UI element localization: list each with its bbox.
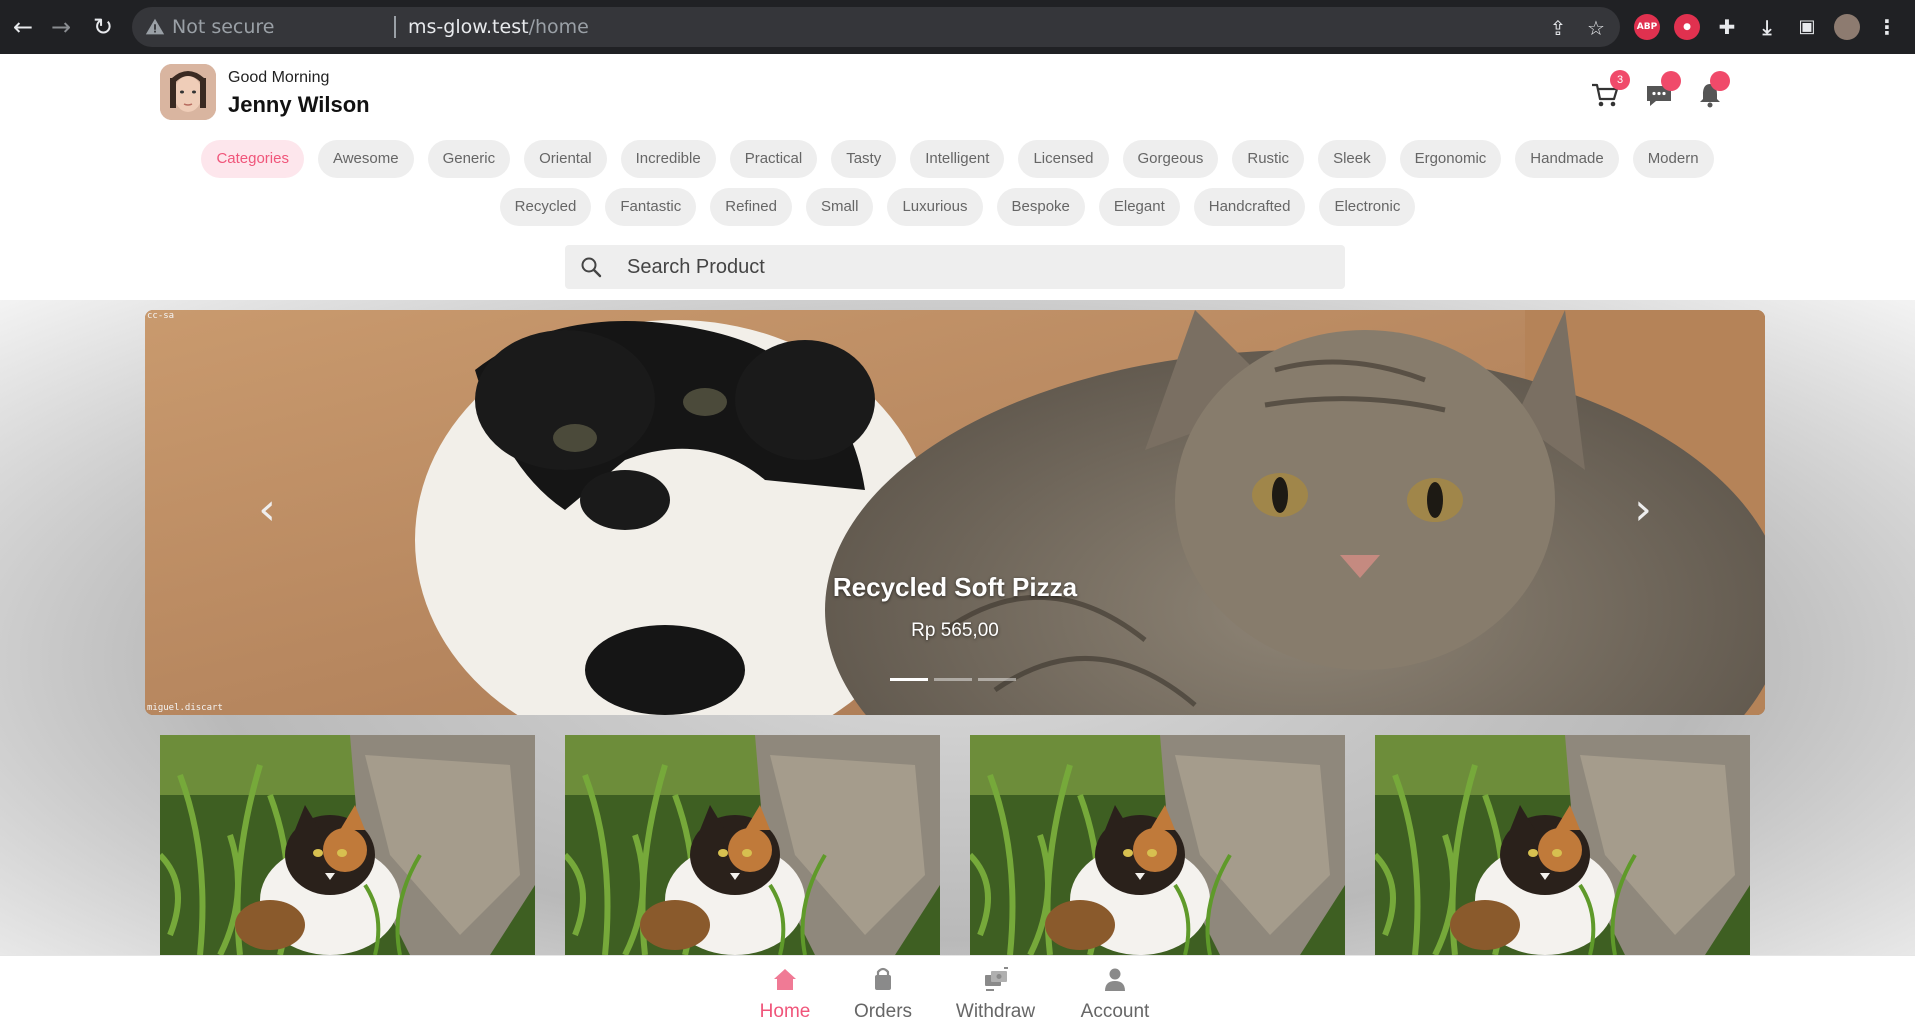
carousel-indicator-3[interactable] [978, 678, 1016, 681]
warning-icon [145, 18, 165, 35]
nav-label-home: Home [759, 1001, 811, 1022]
product-image [565, 735, 940, 955]
adblock-extension-icon[interactable]: ABP [1634, 14, 1660, 40]
slide-title: Recycled Soft Pizza [832, 572, 1078, 602]
category-chip-ergonomic[interactable]: Ergonomic [1399, 140, 1502, 178]
product-image [160, 735, 535, 955]
category-row-2: Recycled Fantastic Refined Small Luxurious Be… [160, 188, 1755, 226]
category-chip-rustic[interactable]: Rustic [1232, 140, 1305, 178]
watermark-top: cc-sa [147, 311, 175, 321]
search-bar [565, 245, 1345, 289]
carousel-prev-arrow-icon[interactable]: ‹ [247, 485, 287, 535]
home-icon [774, 969, 796, 990]
category-chip-intelligent[interactable]: Intelligent [910, 140, 1005, 178]
category-chip-tasty[interactable]: Tasty [831, 140, 897, 178]
bookmark-star-icon[interactable]: ☆ [1584, 16, 1608, 40]
hero-slide-image [145, 310, 1765, 715]
category-chip-small[interactable]: Small [805, 188, 874, 226]
user-name: Jenny Wilson [228, 92, 370, 117]
nav-home[interactable]: Home [755, 966, 815, 1023]
carousel-indicator-2[interactable] [934, 678, 972, 681]
side-panel-icon[interactable]: ▣ [1794, 14, 1820, 40]
money-transfer-icon [984, 967, 1008, 991]
carousel-indicators [890, 678, 1016, 681]
category-chip-oriental[interactable]: Oriental [524, 140, 607, 178]
category-chip-elegant[interactable]: Elegant [1098, 188, 1180, 226]
category-chip-categories[interactable]: Categories [201, 140, 304, 178]
category-chip-luxurious[interactable]: Luxurious [887, 188, 983, 226]
category-chip-recycled[interactable]: Recycled [499, 188, 592, 226]
browser-toolbar: ← → ↻ Not secure ms-glow.test/home ⇪ ☆ A… [0, 0, 1915, 54]
product-card[interactable] [160, 735, 535, 955]
back-arrow-icon[interactable]: ← [8, 12, 38, 42]
category-chip-handmade[interactable]: Handmade [1515, 140, 1619, 178]
category-row-1: Categories Awesome Generic Oriental Incredib… [160, 140, 1755, 178]
product-grid [160, 735, 1755, 955]
cart-count-badge: 3 [1610, 70, 1630, 90]
url-text[interactable]: ms-glow.test/home [408, 16, 589, 38]
category-chip-licensed[interactable]: Licensed [1018, 140, 1109, 178]
category-chip-bespoke[interactable]: Bespoke [996, 188, 1085, 226]
nav-account[interactable]: Account [1075, 966, 1155, 1023]
shopping-bag-icon [875, 967, 891, 990]
reload-icon[interactable]: ↻ [88, 12, 118, 42]
nav-label-orders: Orders [853, 1001, 913, 1022]
extensions-puzzle-icon[interactable]: ✚ [1714, 14, 1740, 40]
category-chip-awesome[interactable]: Awesome [317, 140, 414, 178]
nav-withdraw[interactable]: Withdraw [948, 966, 1043, 1023]
category-chip-sleek[interactable]: Sleek [1318, 140, 1386, 178]
search-input[interactable] [627, 245, 1327, 289]
greeting-text: Good Morning [228, 69, 330, 86]
nav-label-account: Account [1080, 1001, 1150, 1022]
category-chip-gorgeous[interactable]: Gorgeous [1122, 140, 1219, 178]
nav-orders[interactable]: Orders [848, 966, 918, 1023]
profile-avatar-icon[interactable] [1834, 14, 1860, 40]
security-label: Not secure [172, 16, 275, 38]
product-card[interactable] [1375, 735, 1750, 955]
category-chip-handcrafted[interactable]: Handcrafted [1193, 188, 1306, 226]
bottom-navigation: Home Orders Withdraw Account [0, 955, 1915, 1035]
record-extension-icon[interactable]: ● [1674, 14, 1700, 40]
share-icon[interactable]: ⇪ [1546, 16, 1570, 40]
carousel-next-arrow-icon[interactable]: › [1623, 485, 1663, 535]
nav-label-withdraw: Withdraw [955, 1001, 1036, 1022]
category-chip-modern[interactable]: Modern [1632, 140, 1714, 178]
watermark-bottom: miguel.discart [147, 703, 223, 713]
user-icon [1105, 968, 1125, 991]
user-avatar[interactable] [160, 64, 216, 120]
download-icon[interactable]: ⤓ [1754, 14, 1780, 40]
product-card[interactable] [565, 735, 940, 955]
category-chip-fantastic[interactable]: Fantastic [605, 188, 697, 226]
url-separator [394, 16, 396, 38]
product-image [970, 735, 1345, 955]
search-icon [581, 257, 602, 278]
category-chip-incredible[interactable]: Incredible [620, 140, 716, 178]
product-card[interactable] [970, 735, 1345, 955]
category-chip-electronic[interactable]: Electronic [1319, 188, 1416, 226]
slide-price: Rp 565,00 [911, 620, 999, 641]
chat-badge [1661, 71, 1681, 91]
forward-arrow-icon[interactable]: → [46, 12, 76, 42]
notification-badge [1710, 71, 1730, 91]
menu-kebab-icon[interactable]: ⋮ [1874, 14, 1900, 40]
product-image [1375, 735, 1750, 955]
category-chip-refined[interactable]: Refined [710, 188, 792, 226]
category-chip-generic[interactable]: Generic [427, 140, 511, 178]
hero-carousel[interactable]: cc-sa miguel.discart ‹ › Recycled Soft P… [145, 310, 1765, 715]
category-chip-practical[interactable]: Practical [729, 140, 818, 178]
carousel-indicator-1[interactable] [890, 678, 928, 681]
address-bar[interactable]: Not secure ms-glow.test/home ⇪ ☆ [132, 7, 1620, 47]
category-chips: Categories Awesome Generic Oriental Incredib… [160, 140, 1755, 236]
